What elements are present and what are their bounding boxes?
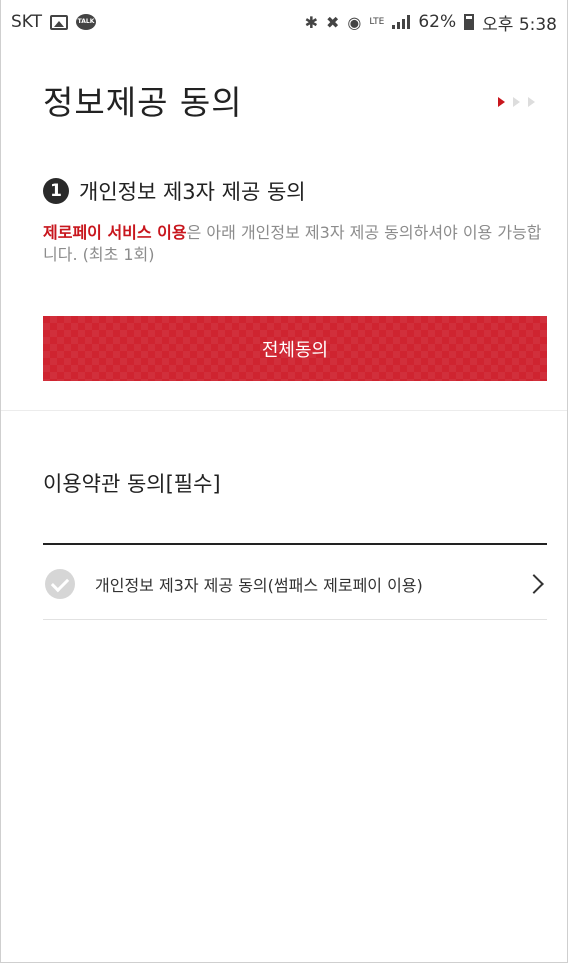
screen: SKT TALK ✱ ✖ ◉ LTE 62% 오후 5:38 정보제공 동의 1… <box>0 0 568 963</box>
step-indicator <box>498 97 535 107</box>
status-bar-left: SKT TALK <box>11 12 97 32</box>
alarm-icon: ◉ <box>347 12 362 32</box>
lte-icon: LTE <box>369 16 385 27</box>
section-description: 제로페이 서비스 이용은 아래 개인정보 제3자 제공 동의하셔야 이용 가능합… <box>43 222 553 266</box>
agree-all-button[interactable]: 전체동의 <box>43 316 547 381</box>
check-circle-icon[interactable] <box>45 568 75 599</box>
bluetooth-icon: ✱ <box>304 12 318 32</box>
signal-icon <box>392 15 411 29</box>
terms-title: 이용약관 동의[필수] <box>43 472 221 496</box>
section-heading: 1 개인정보 제3자 제공 동의 <box>43 176 306 206</box>
status-bar: SKT TALK ✱ ✖ ◉ LTE 62% 오후 5:38 <box>1 0 567 44</box>
section-divider <box>1 410 567 411</box>
battery-percent: 62% <box>418 12 457 32</box>
battery-icon <box>464 14 475 30</box>
term-label: 개인정보 제3자 제공 동의(썸패스 제로페이 이용) <box>95 575 423 595</box>
step-3-indicator <box>528 97 535 107</box>
mute-icon: ✖ <box>326 12 340 32</box>
service-highlight: 제로페이 서비스 이용 <box>43 223 187 242</box>
page-title: 정보제공 동의 <box>43 83 243 122</box>
status-bar-right: ✱ ✖ ◉ LTE 62% 오후 5:38 <box>305 10 557 35</box>
term-row-third-party[interactable]: 개인정보 제3자 제공 동의(썸패스 제로페이 이용) <box>43 548 547 620</box>
step-1-indicator <box>498 97 505 107</box>
image-icon <box>50 14 69 30</box>
section-title: 개인정보 제3자 제공 동의 <box>79 180 306 204</box>
chevron-right-icon[interactable] <box>524 573 544 594</box>
clock: 오후 5:38 <box>482 14 557 35</box>
step-2-indicator <box>513 97 520 107</box>
terms-divider <box>43 543 547 545</box>
section-number-badge: 1 <box>43 178 69 204</box>
carrier-label: SKT <box>11 12 43 32</box>
talk-icon: TALK <box>76 14 97 30</box>
